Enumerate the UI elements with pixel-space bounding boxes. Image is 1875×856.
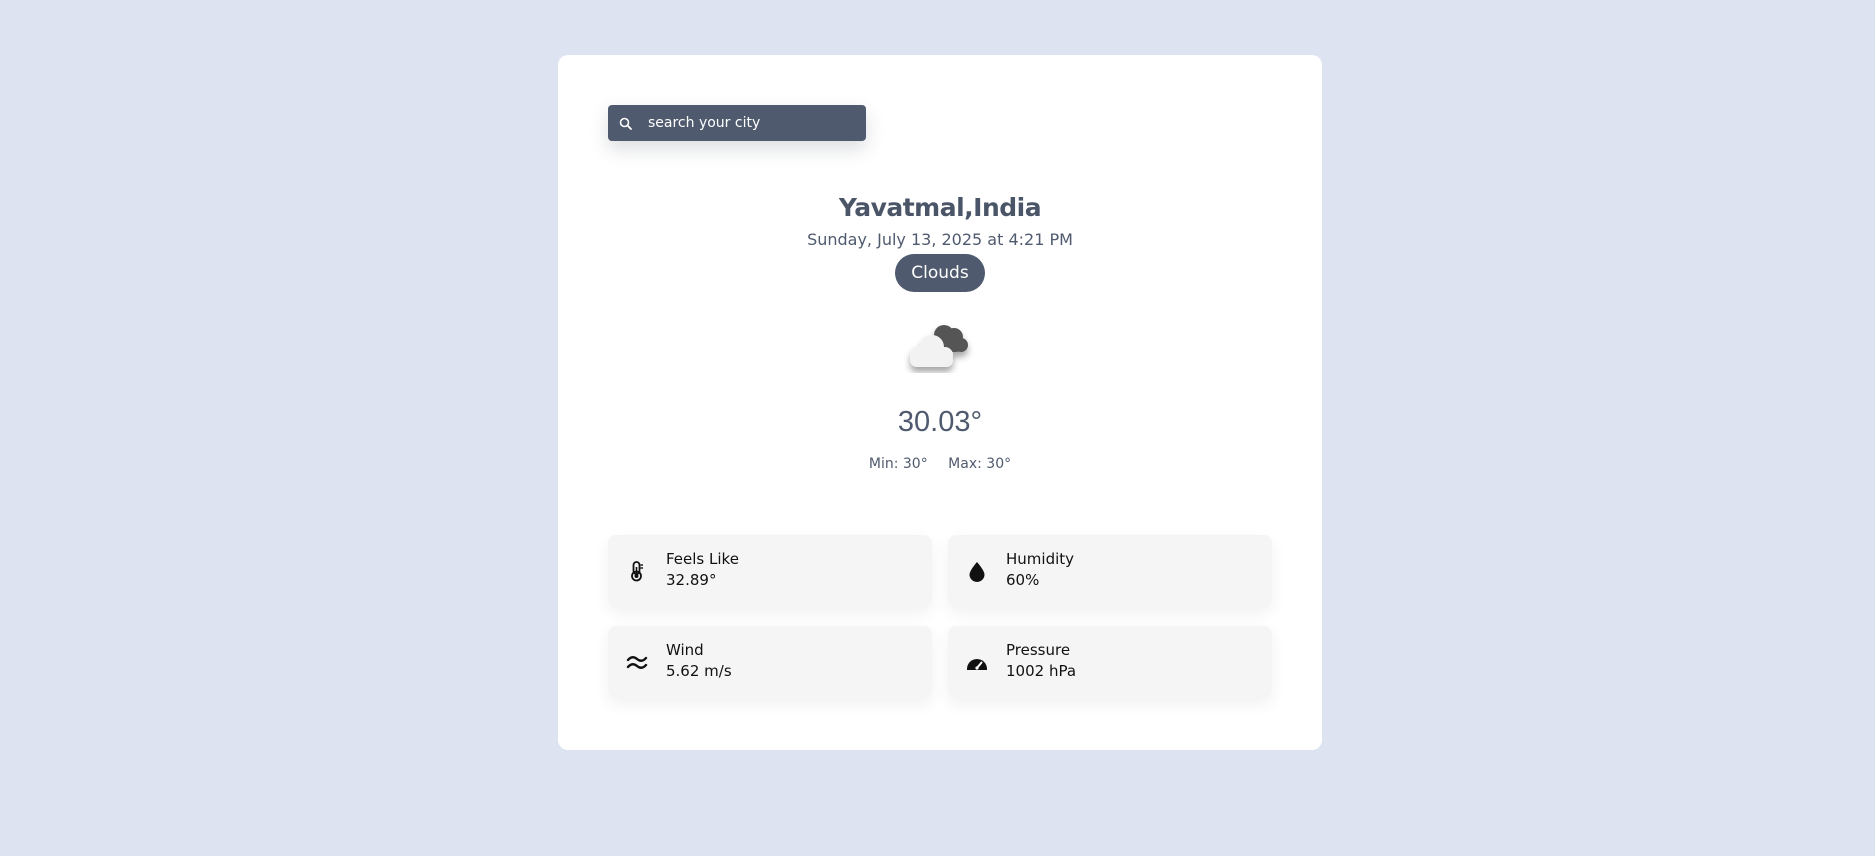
gauge-icon xyxy=(966,651,988,673)
water-drop-icon xyxy=(966,560,988,582)
temperature: 30.03° xyxy=(897,406,983,438)
search-input[interactable] xyxy=(648,115,848,131)
humidity-value: 60% xyxy=(1006,571,1040,589)
feels-like-tile: Feels Like 32.89° xyxy=(608,535,932,607)
feels-like-value: 32.89° xyxy=(666,571,717,589)
search-bar[interactable] xyxy=(608,105,866,141)
thermometer-icon xyxy=(626,560,648,582)
humidity-label: Humidity xyxy=(1006,550,1075,568)
max-temperature: Max: 30° xyxy=(948,456,1012,472)
weather-condition-badge: Clouds xyxy=(895,254,985,292)
min-max-temperature: Min: 30° Max: 30° xyxy=(558,456,1322,472)
clouds-icon xyxy=(898,313,978,373)
feels-like-label: Feels Like xyxy=(666,550,739,568)
humidity-tile: Humidity 60% xyxy=(948,535,1272,607)
pressure-label: Pressure xyxy=(1006,641,1071,659)
weather-card: Yavatmal,India Sunday, July 13, 2025 at … xyxy=(558,55,1322,750)
wind-value: 5.62 m/s xyxy=(666,662,732,680)
wind-icon xyxy=(626,651,648,673)
min-temperature: Min: 30° xyxy=(868,456,928,472)
search-icon[interactable] xyxy=(618,116,632,130)
wind-label: Wind xyxy=(666,641,704,659)
date-time: Sunday, July 13, 2025 at 4:21 PM xyxy=(807,230,1073,249)
wind-tile: Wind 5.62 m/s xyxy=(608,626,932,698)
pressure-tile: Pressure 1002 hPa xyxy=(948,626,1272,698)
city-name: Yavatmal,India xyxy=(838,193,1042,222)
pressure-value: 1002 hPa xyxy=(1006,662,1077,680)
